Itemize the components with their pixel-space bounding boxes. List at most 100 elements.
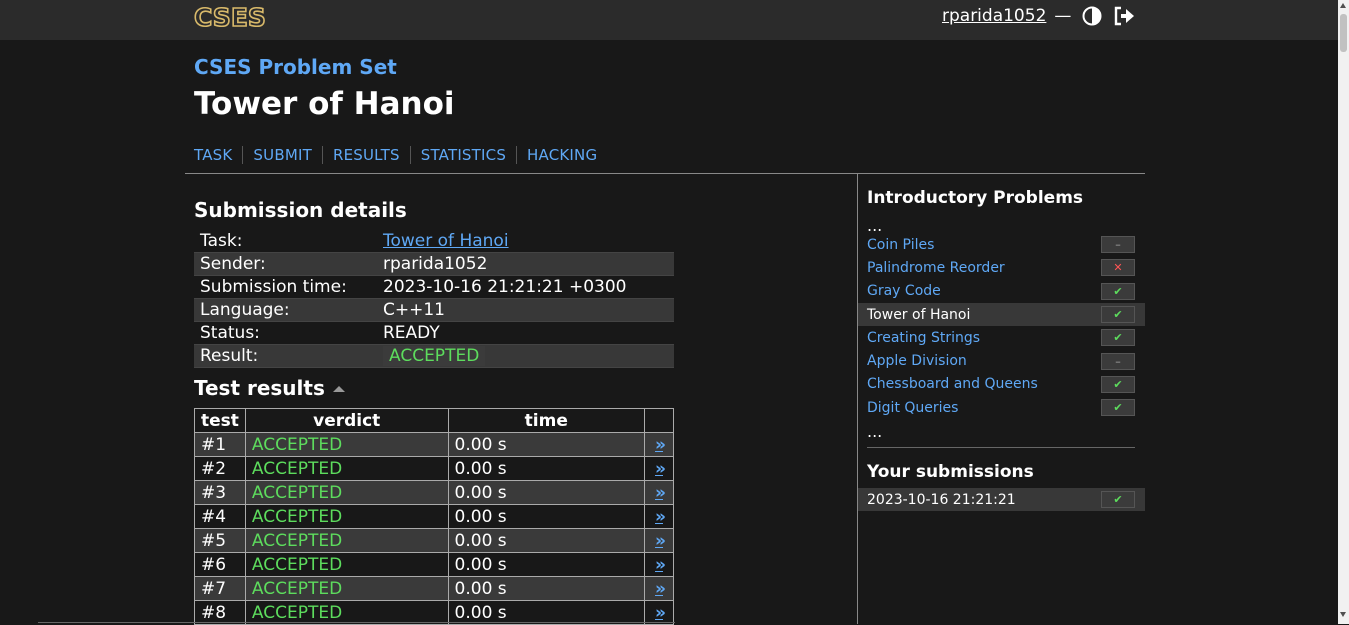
detail-key: Sender:	[194, 252, 377, 276]
test-results-table: test verdict time #1 ACCEPTED 0.00 s» #2 ACC…	[194, 408, 674, 625]
contrast-icon[interactable]	[1081, 5, 1103, 27]
detail-key: Submission time:	[194, 275, 377, 299]
result-badge: ACCEPTED	[383, 346, 486, 366]
test-details-cell: »	[644, 480, 674, 505]
test-details-cell: »	[644, 576, 674, 601]
detail-row-status: Status: READY	[194, 321, 674, 345]
problem-list-item[interactable]: Palindrome Reorder ✕	[858, 256, 1145, 279]
cses-logo[interactable]: CSES	[193, 3, 285, 31]
table-row: #5 ACCEPTED 0.00 s »	[194, 528, 674, 553]
test-details-cell: »	[644, 504, 674, 529]
status-ok-icon: ✔	[1101, 399, 1135, 417]
view-test-details-icon[interactable]: »	[655, 579, 666, 599]
problem-link[interactable]: Chessboard and Queens	[867, 376, 1038, 392]
scroll-thumb[interactable]	[1340, 14, 1347, 52]
collapse-arrow-icon[interactable]	[332, 386, 345, 392]
problem-list-item[interactable]: Apple Division –	[858, 349, 1145, 372]
logo-text: CSES	[194, 3, 266, 31]
task-nav: TASK SUBMIT RESULTS STATISTICS HACKING	[194, 146, 607, 164]
table-header-row: test verdict time	[194, 408, 674, 433]
detail-value: 2023-10-16 21:21:21 +0300	[377, 275, 674, 299]
test-time: 0.00 s	[447, 432, 646, 457]
problem-link[interactable]: Palindrome Reorder	[867, 260, 1005, 276]
test-time: 0.00 s	[447, 576, 646, 601]
problem-link[interactable]: Tower of Hanoi	[867, 307, 970, 323]
test-number: #2	[194, 456, 246, 481]
column-header-verdict: verdict	[244, 408, 449, 433]
detail-value: ACCEPTED	[377, 344, 674, 368]
view-test-details-icon[interactable]: »	[655, 531, 666, 551]
problem-link[interactable]: Digit Queries	[867, 400, 958, 416]
test-results-label: Test results	[194, 376, 325, 400]
view-test-details-icon[interactable]: »	[655, 603, 666, 623]
status-none-icon: –	[1101, 236, 1135, 254]
problem-list-item[interactable]: Tower of Hanoi ✔	[858, 302, 1145, 327]
view-test-details-icon[interactable]: »	[655, 459, 666, 479]
scroll-down-arrow-icon[interactable]	[1340, 612, 1346, 617]
table-row: #3 ACCEPTED 0.00 s »	[194, 480, 674, 505]
detail-key: Language:	[194, 298, 377, 322]
test-time: 0.00 s	[447, 600, 646, 625]
test-number: #6	[194, 552, 246, 577]
divider	[185, 173, 1145, 174]
detail-row-language: Language: C++11	[194, 298, 674, 322]
table-row: #2 ACCEPTED 0.00 s »	[194, 456, 674, 481]
detail-row-time: Submission time: 2023-10-16 21:21:21 +03…	[194, 275, 674, 299]
test-time: 0.00 s	[447, 456, 646, 481]
view-test-details-icon[interactable]: »	[655, 555, 666, 575]
section-title[interactable]: CSES Problem Set	[194, 55, 397, 79]
submission-link[interactable]: 2023-10-16 21:21:21	[867, 492, 1016, 508]
problem-link[interactable]: Apple Division	[867, 353, 967, 369]
problem-list-item[interactable]: Creating Strings ✔	[858, 326, 1145, 349]
test-verdict: ACCEPTED	[244, 576, 449, 601]
detail-key: Result:	[194, 344, 377, 368]
problem-list-item[interactable]: Coin Piles –	[858, 233, 1145, 256]
status-ok-icon: ✔	[1101, 375, 1135, 393]
status-none-icon: –	[1101, 352, 1135, 370]
status-fail-icon: ✕	[1101, 259, 1135, 277]
test-results-heading[interactable]: Test results	[194, 376, 345, 400]
detail-row-sender: Sender: rparida1052	[194, 252, 674, 276]
logout-icon[interactable]	[1113, 5, 1135, 27]
scroll-up-arrow-icon[interactable]	[1340, 3, 1346, 8]
separator-dash: —	[1054, 6, 1072, 26]
submissions-heading: Your submissions	[867, 462, 1034, 482]
nav-submit[interactable]: SUBMIT	[242, 146, 322, 164]
problem-list-item[interactable]: Digit Queries ✔	[858, 396, 1145, 419]
problem-list-item[interactable]: Gray Code ✔	[858, 280, 1145, 303]
view-test-details-icon[interactable]: »	[655, 507, 666, 527]
nav-hacking[interactable]: HACKING	[516, 146, 607, 164]
test-number: #5	[194, 528, 246, 553]
submission-details-table: Task: Tower of Hanoi Sender: rparida1052…	[194, 230, 674, 368]
test-time: 0.00 s	[447, 528, 646, 553]
test-number: #3	[194, 480, 246, 505]
view-test-details-icon[interactable]: »	[655, 483, 666, 503]
detail-value: READY	[377, 321, 674, 345]
detail-value: rparida1052	[377, 252, 674, 276]
username-link[interactable]: rparida1052	[942, 6, 1046, 26]
problem-list-item[interactable]: Chessboard and Queens ✔	[858, 373, 1145, 396]
nav-results[interactable]: RESULTS	[321, 146, 410, 164]
test-time: 0.00 s	[447, 552, 646, 577]
problem-link[interactable]: Coin Piles	[867, 237, 934, 253]
test-verdict: ACCEPTED	[244, 456, 449, 481]
task-link[interactable]: Tower of Hanoi	[383, 231, 509, 251]
detail-key: Status:	[194, 321, 377, 345]
status-ok-icon: ✔	[1101, 306, 1135, 324]
nav-statistics[interactable]: STATISTICS	[409, 146, 516, 164]
view-test-details-icon[interactable]: »	[655, 435, 666, 455]
scrollbar[interactable]	[1338, 0, 1349, 624]
problem-link[interactable]: Creating Strings	[867, 330, 980, 346]
test-details-cell: »	[644, 552, 674, 577]
status-ok-icon: ✔	[1101, 329, 1135, 347]
detail-row-task: Task: Tower of Hanoi	[194, 230, 674, 253]
test-verdict: ACCEPTED	[244, 504, 449, 529]
test-verdict: ACCEPTED	[244, 552, 449, 577]
nav-task[interactable]: TASK	[194, 146, 242, 164]
column-header-time: time	[447, 408, 646, 433]
column-header-test: test	[194, 408, 246, 433]
submission-item[interactable]: 2023-10-16 21:21:21 ✔	[858, 488, 1145, 512]
test-number: #4	[194, 504, 246, 529]
problem-link[interactable]: Gray Code	[867, 283, 941, 299]
submission-details-heading: Submission details	[194, 198, 407, 222]
